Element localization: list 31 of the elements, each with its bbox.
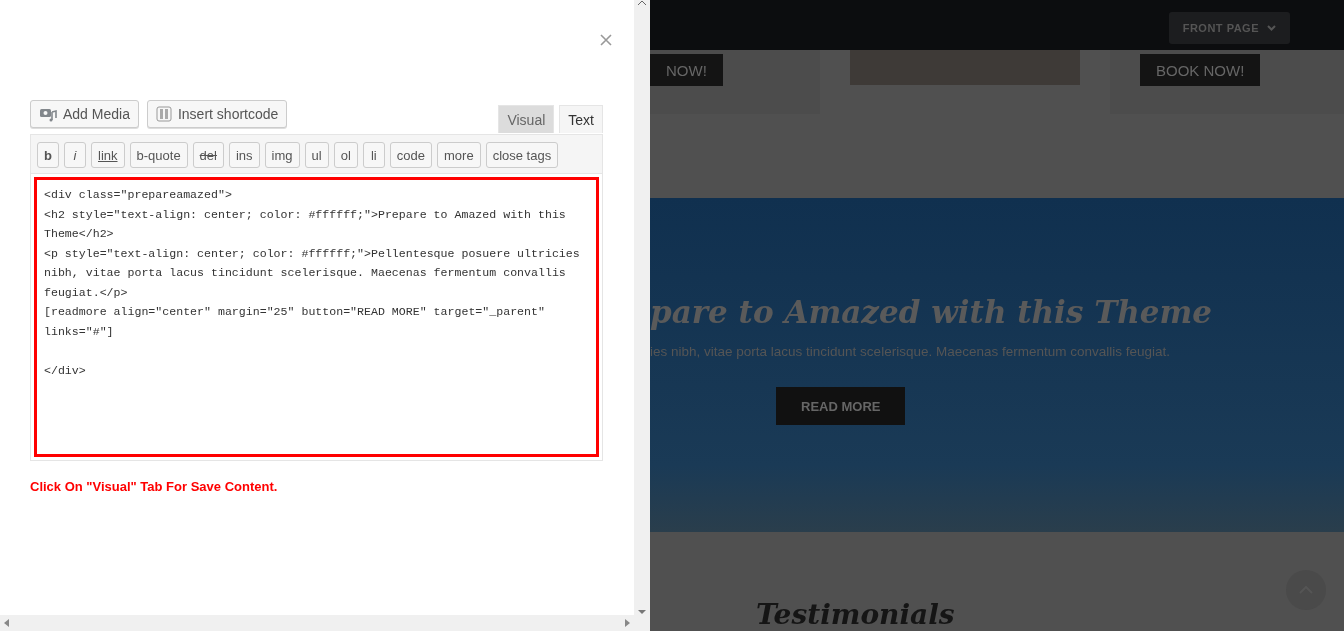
- code-editor-field[interactable]: <div class="prepareamazed"> <h2 style="text-align: center; color: #ffffff;">Prepare to Amazed with this Theme</h2> <p style="text-align: center; color: #ffffff;">Pellentesque posuere ultricies nibh, vitae porta lacus tincidunt scelerisque. Maecenas fermentum convallis feugiat.</p> [readmore align="center" margin="25" button="READ MORE" target="_parent" links="#"] </div>: [34, 177, 599, 457]
- camera-music-icon: [39, 106, 57, 122]
- close-icon: [600, 34, 612, 46]
- quicktag-button[interactable]: img: [264, 142, 300, 168]
- quicktag-button[interactable]: b: [37, 142, 59, 168]
- quicktag-button[interactable]: ul: [304, 142, 329, 168]
- shortcode-icon: [155, 106, 172, 122]
- scroll-up-icon: [638, 0, 646, 6]
- scroll-right-icon: [625, 619, 630, 627]
- editor-tab[interactable]: Visual: [498, 105, 555, 133]
- quicktag-button[interactable]: code: [389, 142, 432, 168]
- save-notice: Click On "Visual" Tab For Save Content.: [30, 479, 279, 494]
- scroll-left-icon: [4, 619, 9, 627]
- insert-shortcode-button[interactable]: Insert shortcode: [146, 100, 288, 128]
- quicktag-button[interactable]: more: [437, 142, 481, 168]
- hero-title: pare to Amazed with this Theme: [650, 294, 1213, 330]
- quicktag-button[interactable]: b-quote: [129, 142, 188, 168]
- quicktag-button[interactable]: link: [91, 142, 125, 168]
- quicktag-button[interactable]: li: [362, 142, 385, 168]
- quicktag-button[interactable]: close tags: [485, 142, 559, 168]
- quicktag-button[interactable]: ins: [228, 142, 260, 168]
- quicktag-button[interactable]: i: [64, 142, 86, 168]
- quicktag-button[interactable]: del: [192, 142, 224, 168]
- chevron-down-icon: [1267, 25, 1276, 31]
- hero-text: ies nibh, vitae porta lacus tincidunt scelerisque. Maecenas fermentum convallis feugiat.: [650, 344, 1172, 359]
- vertical-scrollbar[interactable]: [634, 0, 650, 615]
- add-media-button[interactable]: Add Media: [30, 100, 139, 128]
- horizontal-scrollbar[interactable]: [0, 615, 634, 631]
- quicktag-button[interactable]: ol: [333, 142, 358, 168]
- section-title: Testimonials: [756, 598, 956, 631]
- editor-tab[interactable]: Text: [559, 105, 603, 133]
